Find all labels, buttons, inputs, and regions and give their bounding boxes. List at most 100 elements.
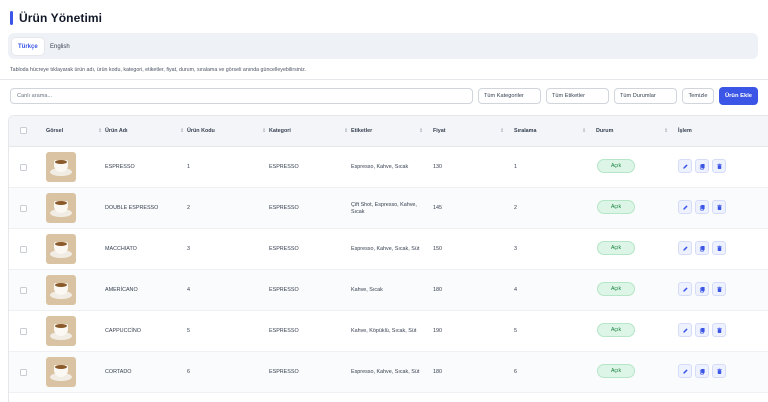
sort-icon[interactable]: ⇕ xyxy=(262,128,266,134)
copy-button[interactable] xyxy=(695,241,709,255)
clear-filters-button[interactable]: Temizle xyxy=(682,88,714,104)
delete-button[interactable] xyxy=(712,364,726,378)
product-order[interactable]: 3 xyxy=(514,246,517,253)
header-order[interactable]: Sıralama xyxy=(514,128,536,134)
product-image[interactable] xyxy=(46,234,76,264)
product-image[interactable] xyxy=(46,316,76,346)
status-badge[interactable]: Açık xyxy=(597,282,635,296)
row-checkbox[interactable] xyxy=(20,328,27,335)
sort-icon[interactable]: ⇕ xyxy=(582,128,586,134)
product-name[interactable]: CORTADO xyxy=(105,369,131,376)
edit-icon xyxy=(682,198,689,216)
sort-icon[interactable]: ⇕ xyxy=(664,128,668,134)
edit-button[interactable] xyxy=(678,323,692,337)
tag-filter-select[interactable]: Tüm Etiketler xyxy=(546,88,609,104)
product-price[interactable]: 130 xyxy=(433,164,442,171)
row-checkbox[interactable] xyxy=(20,369,27,376)
product-order[interactable]: 2 xyxy=(514,205,517,212)
header-name[interactable]: Ürün Adı xyxy=(105,128,128,134)
product-name[interactable]: ESPRESSO xyxy=(105,164,135,171)
header-category[interactable]: Kategori xyxy=(269,128,291,134)
copy-button[interactable] xyxy=(695,323,709,337)
row-checkbox[interactable] xyxy=(20,287,27,294)
product-price[interactable]: 180 xyxy=(433,287,442,294)
product-order[interactable]: 1 xyxy=(514,164,517,171)
product-category[interactable]: ESPRESSO xyxy=(269,246,299,253)
product-tags[interactable]: Çift Shot, Espresso, Kahve, Sıcak xyxy=(351,202,431,216)
product-tags[interactable]: Kahve, Köpüklü, Sıcak, Süt xyxy=(351,328,431,335)
product-tags[interactable]: Kahve, Sıcak xyxy=(351,287,431,294)
product-image[interactable] xyxy=(46,193,76,223)
table-row: AMERİCANO 4 ESPRESSO Kahve, Sıcak 180 4 Açık xyxy=(9,270,768,311)
product-code[interactable]: 5 xyxy=(187,328,190,335)
row-checkbox[interactable] xyxy=(20,246,27,253)
product-image[interactable] xyxy=(46,357,76,387)
product-order[interactable]: 4 xyxy=(514,287,517,294)
sort-icon[interactable]: ⇕ xyxy=(500,128,504,134)
row-checkbox[interactable] xyxy=(20,164,27,171)
sort-icon[interactable]: ⇕ xyxy=(344,128,348,134)
product-tags[interactable]: Espresso, Kahve, Sıcak, Süt xyxy=(351,369,431,376)
product-price[interactable]: 190 xyxy=(433,328,442,335)
delete-button[interactable] xyxy=(712,323,726,337)
page-title: Ürün Yönetimi xyxy=(19,11,103,25)
product-price[interactable]: 150 xyxy=(433,246,442,253)
product-name[interactable]: AMERİCANO xyxy=(105,287,138,294)
delete-button[interactable] xyxy=(712,159,726,173)
header-tags[interactable]: Etiketler xyxy=(351,128,372,134)
row-checkbox[interactable] xyxy=(20,205,27,212)
add-product-button[interactable]: Ürün Ekle xyxy=(719,87,758,105)
tab-turkish[interactable]: Türkçe xyxy=(12,38,44,55)
sort-icon[interactable]: ⇕ xyxy=(419,128,423,134)
copy-button[interactable] xyxy=(695,200,709,214)
search-input[interactable] xyxy=(10,88,473,104)
product-code[interactable]: 3 xyxy=(187,246,190,253)
product-name[interactable]: MACCHIATO xyxy=(105,246,137,253)
product-category[interactable]: ESPRESSO xyxy=(269,164,299,171)
copy-button[interactable] xyxy=(695,364,709,378)
product-price[interactable]: 145 xyxy=(433,205,442,212)
product-image[interactable] xyxy=(46,275,76,305)
product-order[interactable]: 5 xyxy=(514,328,517,335)
status-badge[interactable]: Açık xyxy=(597,200,635,214)
header-status[interactable]: Durum xyxy=(596,128,613,134)
product-code[interactable]: 2 xyxy=(187,205,190,212)
edit-button[interactable] xyxy=(678,241,692,255)
status-badge[interactable]: Açık xyxy=(597,159,635,173)
status-badge[interactable]: Açık xyxy=(597,364,635,378)
product-code[interactable]: 6 xyxy=(187,369,190,376)
edit-button[interactable] xyxy=(678,159,692,173)
divider xyxy=(0,79,768,80)
tab-english[interactable]: English xyxy=(44,38,76,55)
product-category[interactable]: ESPRESSO xyxy=(269,287,299,294)
product-price[interactable]: 180 xyxy=(433,369,442,376)
edit-button[interactable] xyxy=(678,282,692,296)
select-all-checkbox[interactable] xyxy=(20,127,27,134)
header-price[interactable]: Fiyat xyxy=(433,128,446,134)
product-image[interactable] xyxy=(46,152,76,182)
delete-button[interactable] xyxy=(712,282,726,296)
product-category[interactable]: ESPRESSO xyxy=(269,205,299,212)
status-badge[interactable]: Açık xyxy=(597,323,635,337)
sort-icon[interactable]: ⇕ xyxy=(180,128,184,134)
product-code[interactable]: 1 xyxy=(187,164,190,171)
copy-button[interactable] xyxy=(695,159,709,173)
copy-button[interactable] xyxy=(695,282,709,296)
delete-button[interactable] xyxy=(712,200,726,214)
product-name[interactable]: DOUBLE ESPRESSO xyxy=(105,205,158,212)
product-category[interactable]: ESPRESSO xyxy=(269,328,299,335)
product-name[interactable]: CAPPUCCİNO xyxy=(105,328,141,335)
delete-button[interactable] xyxy=(712,241,726,255)
header-code[interactable]: Ürün Kodu xyxy=(187,128,215,134)
edit-button[interactable] xyxy=(678,200,692,214)
product-category[interactable]: ESPRESSO xyxy=(269,369,299,376)
product-code[interactable]: 4 xyxy=(187,287,190,294)
product-tags[interactable]: Espresso, Kahve, Sıcak, Süt xyxy=(351,246,431,253)
product-tags[interactable]: Espresso, Kahve, Sıcak xyxy=(351,164,431,171)
category-filter-select[interactable]: Tüm Kategoriler xyxy=(478,88,541,104)
sort-icon[interactable]: ⇕ xyxy=(98,128,102,134)
edit-button[interactable] xyxy=(678,364,692,378)
status-filter-select[interactable]: Tüm Durumlar xyxy=(614,88,677,104)
status-badge[interactable]: Açık xyxy=(597,241,635,255)
product-order[interactable]: 6 xyxy=(514,369,517,376)
